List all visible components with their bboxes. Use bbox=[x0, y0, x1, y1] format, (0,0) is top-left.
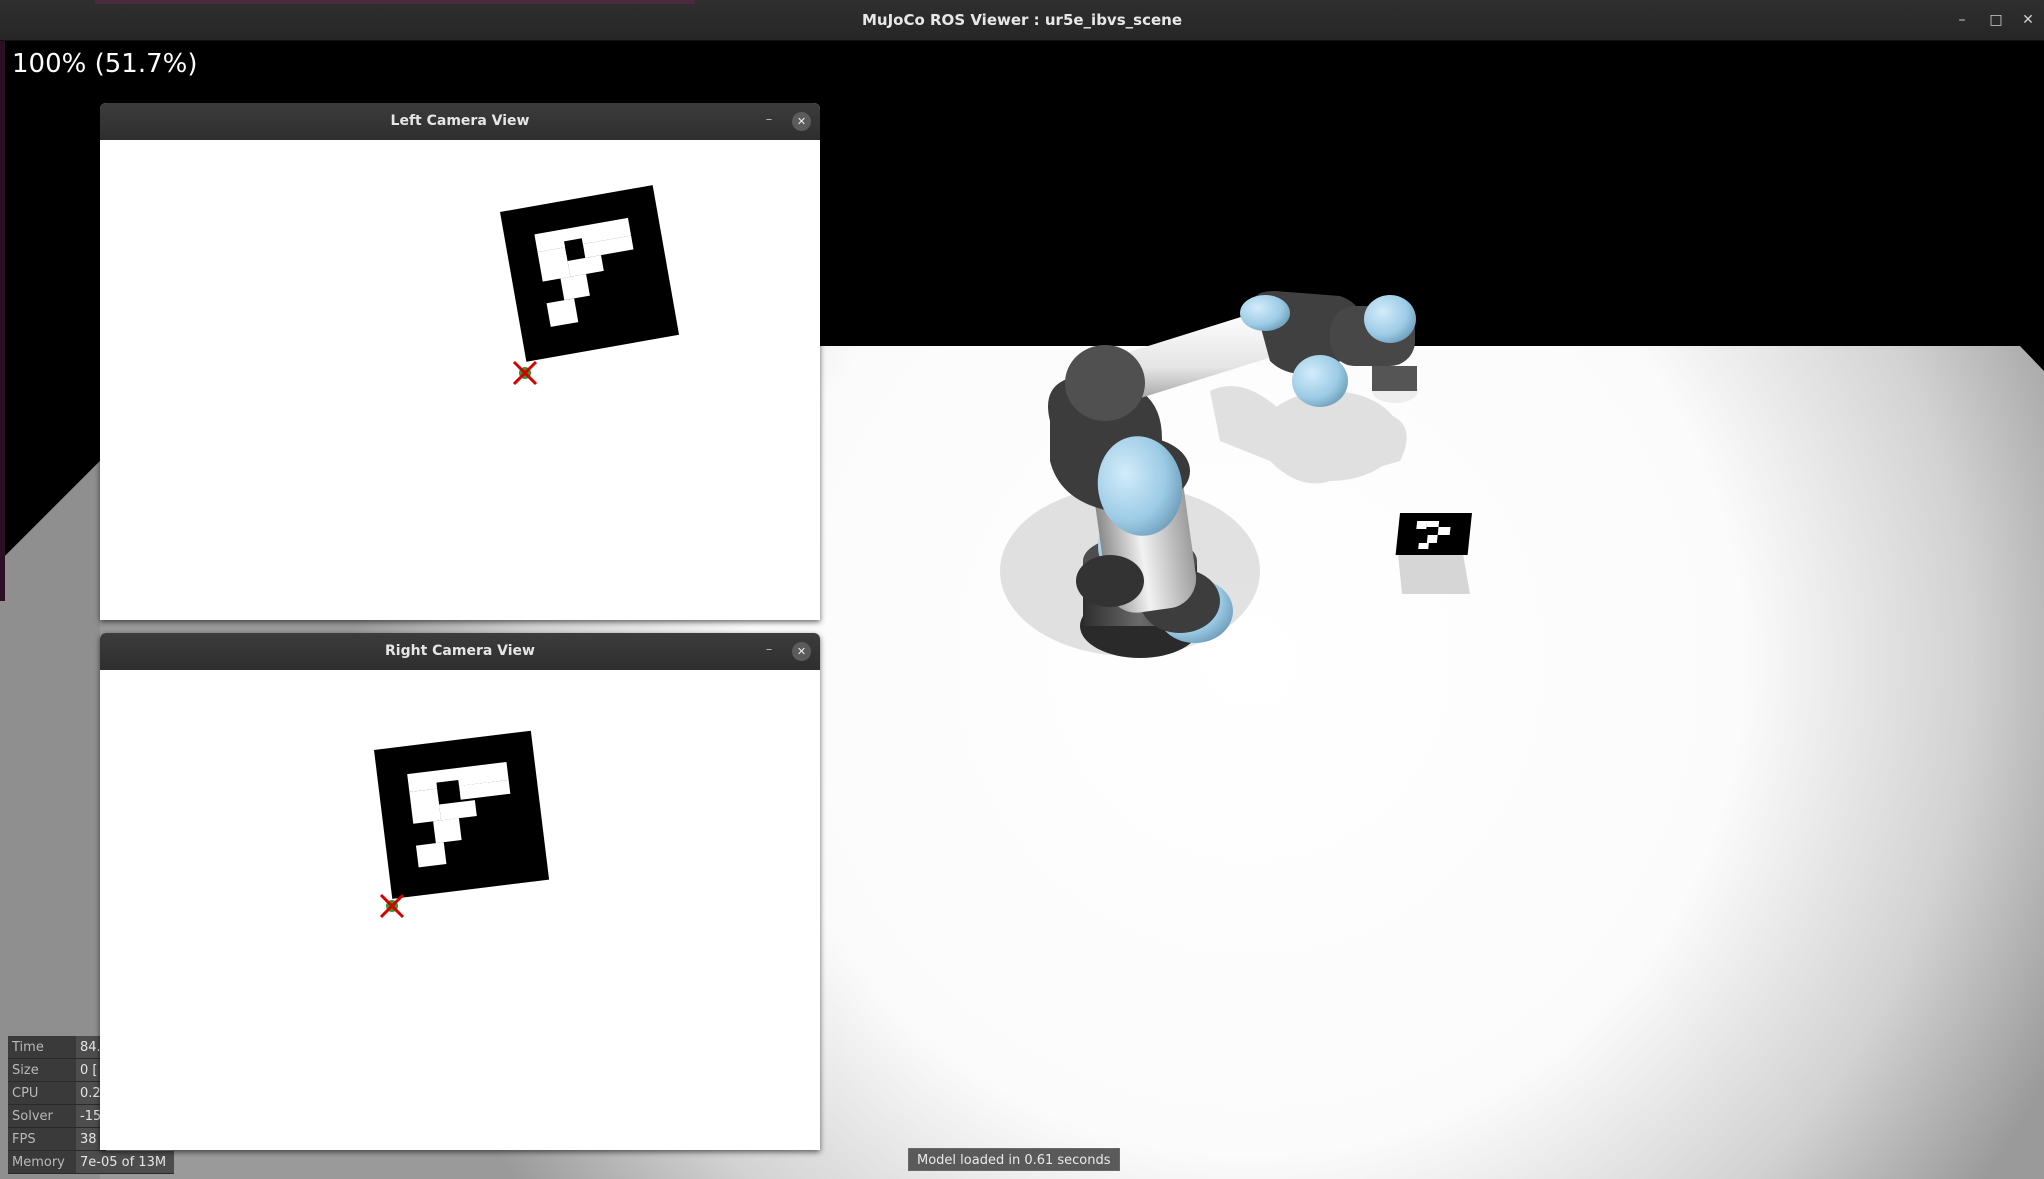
detected-corner-marker bbox=[379, 893, 405, 919]
aruco-marker bbox=[374, 730, 550, 899]
right-camera-render bbox=[374, 730, 550, 919]
zoom-readout: 100% (51.7%) bbox=[12, 49, 198, 79]
left-camera-title: Left Camera View bbox=[390, 113, 530, 129]
marker-shadow bbox=[1398, 554, 1470, 594]
close-icon[interactable]: ✕ bbox=[792, 642, 811, 661]
minimize-icon[interactable]: – bbox=[760, 641, 778, 659]
info-row: Memory 7e-05 of 13M bbox=[8, 1151, 178, 1174]
detected-corner-marker bbox=[512, 360, 538, 386]
left-camera-window[interactable]: Left Camera View – ✕ bbox=[100, 103, 820, 620]
right-camera-image bbox=[100, 670, 820, 1150]
info-label: Time bbox=[8, 1036, 76, 1059]
right-camera-titlebar[interactable]: Right Camera View – ✕ bbox=[100, 633, 820, 670]
info-value: 7e-05 of 13M bbox=[76, 1151, 174, 1174]
left-camera-image bbox=[100, 140, 820, 620]
maximize-icon[interactable]: □ bbox=[1986, 10, 2006, 30]
right-camera-title: Right Camera View bbox=[385, 643, 535, 659]
left-camera-titlebar[interactable]: Left Camera View – ✕ bbox=[100, 103, 820, 140]
info-label: CPU bbox=[8, 1082, 76, 1105]
aruco-marker bbox=[500, 185, 680, 362]
info-label: Solver bbox=[8, 1105, 76, 1128]
info-label: Size bbox=[8, 1059, 76, 1082]
info-label: FPS bbox=[8, 1128, 76, 1151]
close-icon[interactable]: ✕ bbox=[792, 112, 811, 131]
background-terminal-edge bbox=[0, 41, 5, 601]
left-camera-render bbox=[500, 185, 680, 386]
floor-aruco-marker bbox=[1395, 513, 1472, 555]
main-titlebar[interactable]: MuJoCo ROS Viewer : ur5e_ibvs_scene – □ … bbox=[0, 0, 2044, 41]
info-label: Memory bbox=[8, 1151, 76, 1174]
minimize-icon[interactable]: – bbox=[760, 111, 778, 129]
minimize-icon[interactable]: – bbox=[1952, 10, 1972, 30]
window-title: MuJoCo ROS Viewer : ur5e_ibvs_scene bbox=[861, 11, 1182, 29]
mujoco-viewer-window: MuJoCo ROS Viewer : ur5e_ibvs_scene – □ … bbox=[0, 0, 2044, 1179]
right-camera-window[interactable]: Right Camera View – ✕ bbox=[100, 633, 820, 1150]
status-message: Model loaded in 0.61 seconds bbox=[908, 1148, 1120, 1171]
close-icon[interactable]: ✕ bbox=[2018, 10, 2038, 30]
